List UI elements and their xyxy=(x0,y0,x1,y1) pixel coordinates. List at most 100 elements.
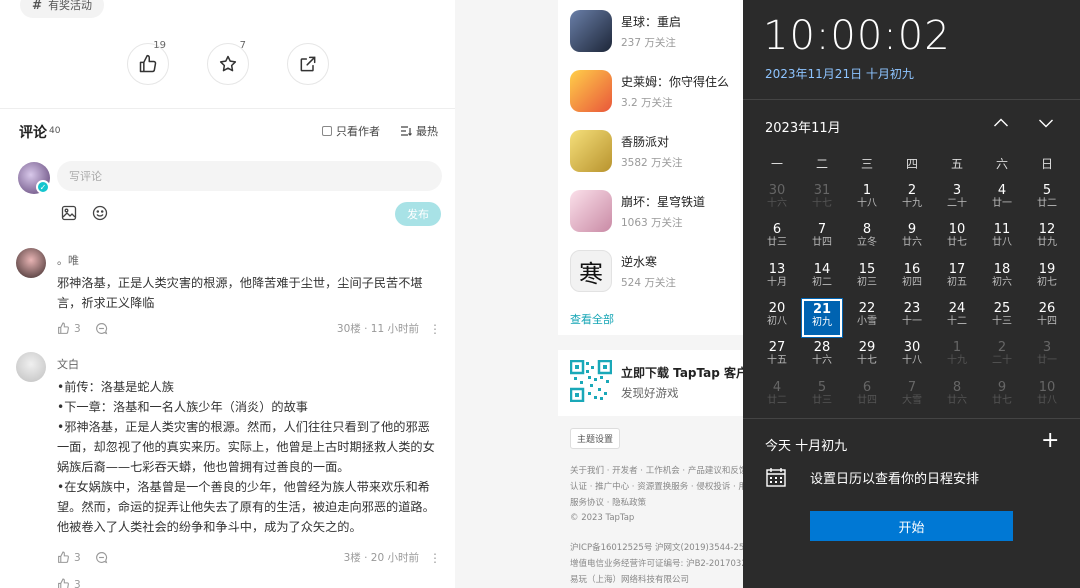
see-all-link[interactable]: 查看全部 xyxy=(570,311,614,327)
weekday-label: 二 xyxy=(815,157,828,171)
calendar-day[interactable]: 27 十五 xyxy=(757,338,797,376)
calendar-day[interactable]: 16 初四 xyxy=(892,260,932,298)
reply-icon[interactable] xyxy=(95,322,108,335)
calendar-day[interactable]: 1 十九 xyxy=(937,338,977,376)
calendar-day[interactable]: 6 廿四 xyxy=(847,378,887,416)
day-number: 1 xyxy=(862,183,872,198)
calendar-day[interactable]: 15 初三 xyxy=(847,260,887,298)
calendar-day[interactable]: 4 廿一 xyxy=(982,181,1022,219)
more-icon[interactable]: ⋮ xyxy=(429,551,442,565)
month-label[interactable]: 2023年11月 xyxy=(765,117,841,136)
calendar-day[interactable]: 20 初八 xyxy=(757,299,797,337)
calendar-day[interactable]: 8 廿六 xyxy=(937,378,977,416)
chevron-down-icon[interactable] xyxy=(1038,115,1054,131)
date-link[interactable]: 2023年11月21日 十月初九 xyxy=(765,65,914,82)
lunar-date: 二十 xyxy=(947,198,967,209)
comment-like-button[interactable]: 3 xyxy=(57,322,81,335)
calendar-day[interactable]: 4 廿二 xyxy=(757,378,797,416)
lunar-date: 廿二 xyxy=(767,394,787,406)
calendar-day[interactable]: 5 廿三 xyxy=(802,378,842,416)
game-item[interactable]: 寒 逆水寒 524 万关注 xyxy=(570,250,744,294)
calendar-day[interactable]: 2 二十 xyxy=(982,338,1022,376)
game-followers: 524 万关注 xyxy=(621,277,676,289)
start-button[interactable]: 开始 xyxy=(810,511,1013,541)
calendar-day[interactable]: 1 十八 xyxy=(847,181,887,219)
comment-like-button[interactable]: 3 xyxy=(57,578,81,588)
calendar-day[interactable]: 17 初五 xyxy=(937,260,977,298)
favorite-button[interactable]: 7 xyxy=(207,40,249,85)
commenter-avatar[interactable] xyxy=(16,352,46,382)
chevron-up-icon[interactable] xyxy=(993,115,1009,131)
footer-links-1[interactable]: 关于我们 · 开发者 · 工作机会 · 产品建议和反馈 xyxy=(570,464,747,476)
commenter-name[interactable]: 。唯 xyxy=(57,252,79,268)
game-item[interactable]: 崩坏：星穹铁道 1063 万关注 xyxy=(570,190,744,234)
lunar-date: 廿一 xyxy=(1037,355,1057,367)
calendar-day[interactable]: 30 十六 xyxy=(757,181,797,219)
day-number: 31 xyxy=(813,183,831,198)
calendar-day[interactable]: 22 小雪 xyxy=(847,299,887,337)
game-item[interactable]: 星球：重启 237 万关注 xyxy=(570,10,744,54)
calendar-day[interactable]: 3 廿一 xyxy=(1027,338,1067,376)
day-number: 1 xyxy=(952,340,962,356)
calendar-day[interactable]: 24 十二 xyxy=(937,299,977,337)
calendar-day[interactable]: 10 廿七 xyxy=(937,220,977,258)
day-number: 10 xyxy=(1038,379,1056,395)
publish-button[interactable]: 发布 xyxy=(395,202,441,226)
calendar-day[interactable]: 7 廿四 xyxy=(802,220,842,258)
game-followers: 237 万关注 xyxy=(621,37,676,49)
emoji-icon[interactable] xyxy=(92,205,108,221)
calendar-day[interactable]: 11 廿八 xyxy=(982,220,1022,258)
calendar-day[interactable]: 14 初二 xyxy=(802,260,842,298)
calendar-day[interactable]: 6 廿三 xyxy=(757,220,797,258)
download-card[interactable]: 立即下载 TapTap 客户端 发现好游戏 xyxy=(558,350,760,416)
calendar-day[interactable]: 19 初七 xyxy=(1027,260,1067,298)
calendar-day[interactable]: 2 十九 xyxy=(892,181,932,219)
calendar-day[interactable]: 28 十六 xyxy=(802,338,842,376)
add-event-icon[interactable]: + xyxy=(1041,430,1059,452)
share-button[interactable] xyxy=(287,43,329,85)
calendar-day[interactable]: 12 廿九 xyxy=(1027,220,1067,258)
footer-links-3[interactable]: 服务协议 · 隐私政策 xyxy=(570,496,646,508)
only-author-checkbox[interactable]: 只看作者 xyxy=(322,123,380,139)
calendar-day[interactable]: 23 十一 xyxy=(892,299,932,337)
calendar-day[interactable]: 31 十七 xyxy=(802,181,842,219)
theme-settings-button[interactable]: 主题设置 xyxy=(570,428,621,449)
calendar-day[interactable]: 13 十月 xyxy=(757,260,797,298)
sort-hot-button[interactable]: 最热 xyxy=(400,123,438,139)
footer-links-2[interactable]: 认证 · 推广中心 · 资源置换服务 · 侵权投诉 · 用户 xyxy=(570,480,755,492)
game-icon: 寒 xyxy=(570,250,612,292)
lunar-date: 十八 xyxy=(857,198,877,209)
calendar-day[interactable]: 26 十四 xyxy=(1027,299,1067,337)
comment-like-button[interactable]: 3 xyxy=(57,551,81,564)
flyout-divider xyxy=(743,99,1080,100)
calendar-day-today[interactable]: 21 初九 xyxy=(801,297,843,338)
like-button[interactable]: 19 xyxy=(127,40,169,85)
calendar-day[interactable]: 25 十三 xyxy=(982,299,1022,337)
calendar-day[interactable]: 5 廿二 xyxy=(1027,181,1067,219)
game-item[interactable]: 香肠派对 3582 万关注 xyxy=(570,130,744,174)
commenter-name[interactable]: 文白 xyxy=(57,356,79,372)
calendar-day[interactable]: 8 立冬 xyxy=(847,220,887,258)
activity-tag[interactable]: # 有奖活动 xyxy=(20,0,105,18)
footer-icp[interactable]: 沪ICP备16012525号 沪网文(2019)3544-254 xyxy=(570,541,750,553)
game-item[interactable]: 史莱姆：你守得住么 3.2 万关注 xyxy=(570,70,744,114)
calendar-day[interactable]: 9 廿六 xyxy=(892,220,932,258)
calendar-day[interactable]: 10 廿八 xyxy=(1027,378,1067,416)
commenter-avatar[interactable] xyxy=(16,248,46,278)
calendar-day[interactable]: 30 十八 xyxy=(892,338,932,376)
section-divider xyxy=(0,108,455,109)
calendar-day[interactable]: 7 大雪 xyxy=(892,378,932,416)
calendar-day[interactable]: 29 十七 xyxy=(847,338,887,376)
lunar-date: 十五 xyxy=(767,355,787,367)
comment-like-count: 3 xyxy=(74,322,81,335)
today-label: 今天 十月初九 xyxy=(765,439,848,454)
comment-input[interactable]: 写评论 xyxy=(57,161,442,191)
calendar-day[interactable]: 18 初六 xyxy=(982,260,1022,298)
more-icon[interactable]: ⋮ xyxy=(429,322,442,336)
day-number: 25 xyxy=(993,300,1011,316)
calendar-day[interactable]: 3 二十 xyxy=(937,181,977,219)
lunar-date: 十八 xyxy=(902,355,922,367)
image-icon[interactable] xyxy=(61,205,77,221)
reply-icon[interactable] xyxy=(95,551,108,564)
calendar-day[interactable]: 9 廿七 xyxy=(982,378,1022,416)
